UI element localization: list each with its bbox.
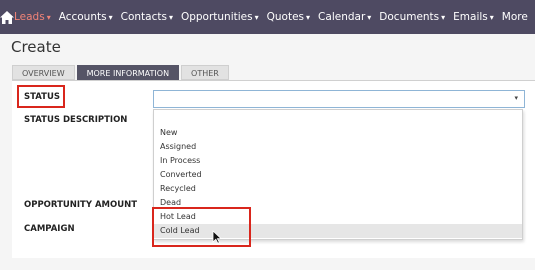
home-icon: [0, 10, 14, 24]
status-description-label: STATUS DESCRIPTION: [24, 115, 128, 125]
tab-more-information[interactable]: MORE INFORMATION: [76, 65, 180, 80]
chevron-down-icon: ▾: [46, 13, 51, 22]
status-option-new[interactable]: New: [154, 126, 522, 140]
chevron-down-icon: ▾: [514, 94, 518, 102]
nav-items: Leads ▾ Accounts ▾ Contacts ▾ Opportunities…: [14, 0, 535, 34]
chevron-down-icon: ▾: [254, 13, 259, 22]
nav-item-leads[interactable]: Leads ▾: [14, 11, 51, 23]
tab-overview[interactable]: OVERVIEW: [12, 65, 75, 80]
chevron-down-icon: ▾: [489, 13, 494, 22]
nav-item-contacts[interactable]: Contacts ▾: [121, 11, 173, 23]
status-label-highlight: [17, 85, 65, 108]
chevron-down-icon: ▾: [367, 13, 372, 22]
status-option-in-process[interactable]: In Process: [154, 154, 522, 168]
status-option-recycled[interactable]: Recycled: [154, 182, 522, 196]
chevron-down-icon: ▾: [306, 13, 311, 22]
chevron-down-icon: ▾: [108, 13, 113, 22]
mouse-pointer-icon: [212, 230, 222, 244]
options-highlight: [152, 207, 251, 247]
status-option-converted[interactable]: Converted: [154, 168, 522, 182]
nav-item-calendar[interactable]: Calendar ▾: [318, 11, 371, 23]
nav-item-documents[interactable]: Documents ▾: [379, 11, 445, 23]
nav-item-opportunities[interactable]: Opportunities ▾: [181, 11, 259, 23]
top-navigation: Leads ▾ Accounts ▾ Contacts ▾ Opportunities…: [0, 0, 535, 34]
status-option-assigned[interactable]: Assigned: [154, 140, 522, 154]
tab-other[interactable]: OTHER: [181, 65, 229, 80]
home-button[interactable]: [0, 0, 14, 34]
tab-bar: OVERVIEW MORE INFORMATION OTHER: [12, 65, 231, 80]
status-select[interactable]: ▾: [153, 90, 525, 108]
campaign-label: CAMPAIGN: [24, 224, 75, 234]
chevron-down-icon: ▾: [441, 13, 446, 22]
nav-item-quotes[interactable]: Quotes ▾: [267, 11, 310, 23]
nav-item-emails[interactable]: Emails ▾: [453, 11, 494, 23]
page-title: Create: [11, 38, 61, 56]
opportunity-amount-label: OPPORTUNITY AMOUNT: [24, 200, 138, 210]
nav-item-accounts[interactable]: Accounts ▾: [59, 11, 113, 23]
chevron-down-icon: ▾: [168, 13, 173, 22]
nav-item-more[interactable]: More: [502, 11, 528, 23]
